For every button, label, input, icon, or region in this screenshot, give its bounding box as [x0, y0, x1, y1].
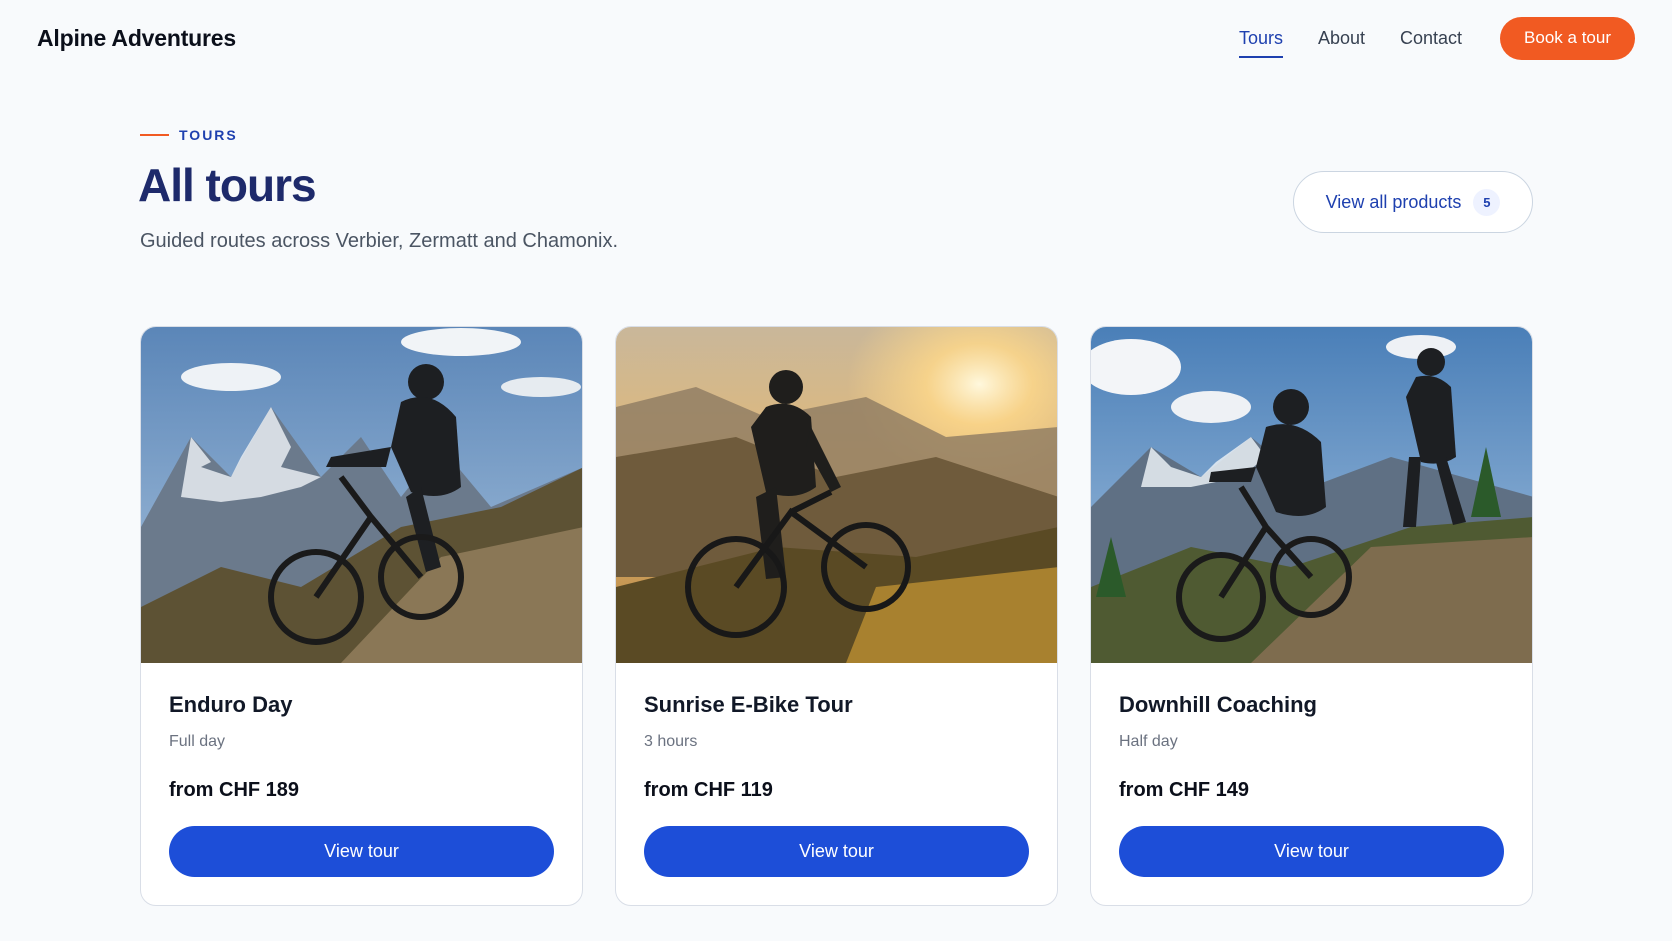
tour-duration: Full day [169, 733, 226, 750]
eyebrow-label: TOURS [179, 127, 238, 143]
view-all-products-button[interactable]: View all products 5 [1293, 171, 1533, 233]
view-tour-button[interactable]: View tour [644, 826, 1029, 877]
tour-price: from CHF 119 [644, 779, 773, 801]
tour-price: from CHF 189 [169, 779, 300, 801]
tour-image-mountain-biker [141, 327, 582, 663]
products-count-badge: 5 [1473, 188, 1501, 216]
tour-title: Enduro Day [169, 692, 293, 717]
tour-card: Downhill Coaching Half day from CHF 149 … [1090, 326, 1533, 906]
site-logo[interactable]: Alpine Adventures [37, 25, 236, 52]
site-header: Alpine Adventures Tours About Contact Bo… [0, 0, 1672, 76]
tour-image-downhill-coaching [1091, 327, 1532, 663]
view-all-label: View all products [1325, 191, 1462, 212]
book-tour-button[interactable]: Book a tour [1500, 16, 1635, 60]
eyebrow-divider [140, 134, 169, 136]
view-tour-button[interactable]: View tour [1119, 826, 1504, 877]
main-nav: Tours About Contact Book a tour [1204, 16, 1635, 60]
tour-duration: 3 hours [644, 733, 698, 750]
nav-link-contact[interactable]: Contact [1400, 24, 1462, 53]
tour-card: Sunrise E-Bike Tour 3 hours from CHF 119… [615, 326, 1058, 906]
tour-card: Enduro Day Full day from CHF 189 View to… [140, 326, 583, 906]
page-title: All tours [138, 159, 317, 211]
tour-title: Downhill Coaching [1119, 692, 1317, 717]
tour-image-sunrise-ebike [616, 327, 1057, 663]
nav-link-tours[interactable]: Tours [1238, 24, 1283, 58]
nav-link-about[interactable]: About [1318, 24, 1365, 53]
section-eyebrow: TOURS [140, 127, 238, 143]
view-tour-button[interactable]: View tour [169, 826, 554, 877]
page-subtitle: Guided routes across Verbier, Zermatt an… [140, 230, 619, 252]
tour-duration: Half day [1119, 733, 1178, 750]
tour-title: Sunrise E-Bike Tour [644, 692, 853, 717]
tour-price: from CHF 149 [1119, 779, 1250, 801]
